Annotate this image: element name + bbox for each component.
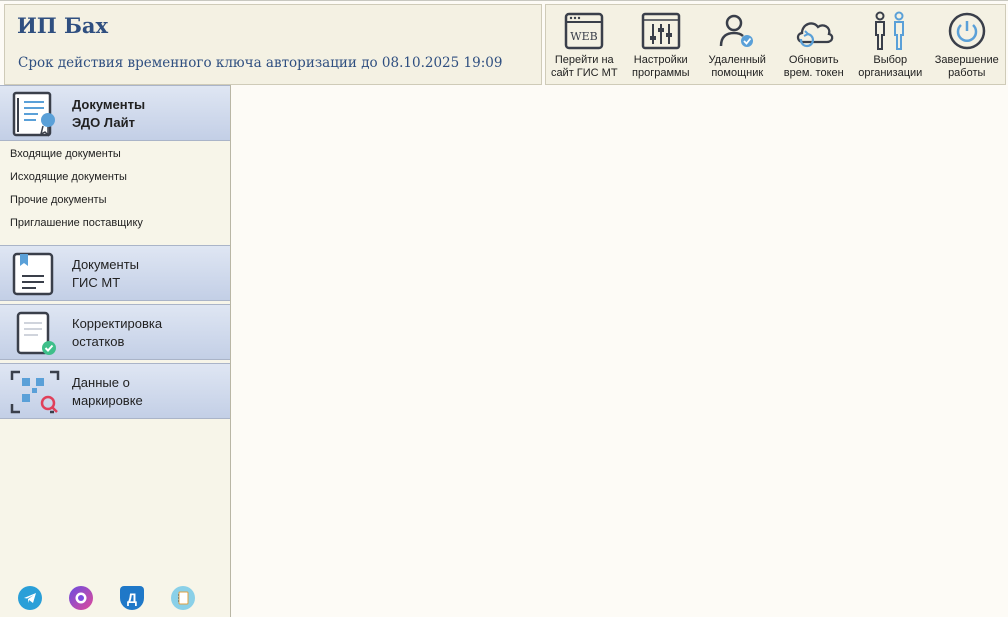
section-marking-data[interactable]: Данные о маркировке bbox=[0, 363, 230, 419]
stock-correction-icon bbox=[10, 309, 60, 357]
select-organization-label: Выбор организации bbox=[858, 54, 923, 79]
cloud-refresh-icon bbox=[793, 10, 835, 52]
section-gis-mt-title: Документы ГИС МТ bbox=[72, 257, 140, 290]
social-links: Д bbox=[18, 586, 195, 610]
goto-gis-mt-button[interactable]: WEB Перейти на сайт ГИС МТ bbox=[546, 5, 623, 84]
refresh-token-label: Обновить врем. токен bbox=[783, 54, 844, 79]
section-stock-correction[interactable]: Корректировка остатков bbox=[0, 304, 230, 360]
goto-gis-mt-label: Перейти на сайт ГИС МТ bbox=[550, 54, 618, 79]
exit-label: Завершение работы bbox=[934, 54, 999, 79]
header-panel: ИП Бах Срок действия временного ключа ав… bbox=[4, 4, 542, 85]
main-content-area bbox=[232, 85, 1008, 617]
refresh-token-button[interactable]: Обновить врем. токен bbox=[776, 5, 853, 84]
token-expiry-text: Срок действия временного ключа авторизац… bbox=[18, 55, 503, 71]
menu-supplier-invitation[interactable]: Приглашение поставщику bbox=[10, 216, 230, 239]
section-edo-lite[interactable]: Документы ЭДО Лайт bbox=[0, 85, 230, 141]
edo-submenu: Входящие документы Исходящие документы П… bbox=[0, 141, 230, 245]
svg-text:WEB: WEB bbox=[571, 30, 598, 43]
toolbar: WEB Перейти на сайт ГИС МТ Настройки про… bbox=[545, 4, 1006, 85]
section-edo-lite-title: Документы ЭДО Лайт bbox=[72, 97, 146, 130]
app-window: ИП Бах Срок действия временного ключа ав… bbox=[0, 0, 1008, 617]
section-marking-data-title: Данные о маркировке bbox=[72, 375, 143, 408]
menu-other-documents[interactable]: Прочие документы bbox=[10, 193, 230, 216]
qr-search-icon bbox=[10, 368, 60, 416]
org-name: ИП Бах bbox=[17, 13, 109, 38]
section-gis-mt-documents[interactable]: Документы ГИС МТ bbox=[0, 245, 230, 301]
sidebar: Документы ЭДО Лайт Входящие документы Ис… bbox=[0, 85, 231, 617]
section-stock-correction-title: Корректировка остатков bbox=[72, 316, 163, 349]
settings-sliders-icon bbox=[640, 10, 682, 52]
remote-helper-label: Удаленный помощник bbox=[708, 54, 766, 79]
web-icon: WEB bbox=[563, 10, 605, 52]
edo-documents-icon bbox=[10, 90, 60, 138]
people-icon bbox=[869, 10, 911, 52]
select-organization-button[interactable]: Выбор организации bbox=[852, 5, 929, 84]
menu-incoming-documents[interactable]: Входящие документы bbox=[10, 147, 230, 170]
chat-icon[interactable] bbox=[69, 586, 93, 610]
user-check-icon bbox=[716, 10, 758, 52]
remote-helper-button[interactable]: Удаленный помощник bbox=[699, 5, 776, 84]
notebook-icon[interactable] bbox=[171, 586, 195, 610]
program-settings-button[interactable]: Настройки программы bbox=[623, 5, 700, 84]
program-settings-label: Настройки программы bbox=[632, 54, 690, 79]
power-icon bbox=[946, 10, 988, 52]
d-icon[interactable]: Д bbox=[120, 586, 144, 610]
exit-button[interactable]: Завершение работы bbox=[929, 5, 1006, 84]
gis-mt-document-icon bbox=[10, 250, 60, 298]
menu-outgoing-documents[interactable]: Исходящие документы bbox=[10, 170, 230, 193]
telegram-icon[interactable] bbox=[18, 586, 42, 610]
